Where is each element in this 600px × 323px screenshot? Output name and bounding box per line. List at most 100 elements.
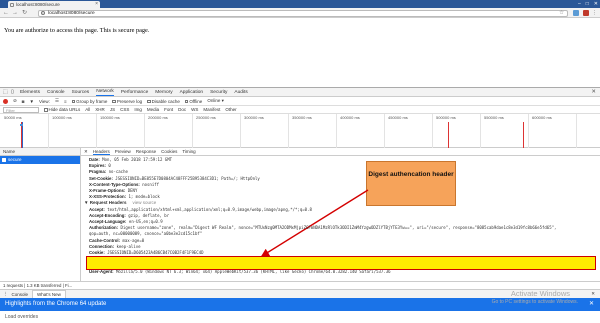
extension-icon[interactable] bbox=[583, 10, 589, 16]
tab-performance[interactable]: Performance bbox=[121, 90, 148, 95]
close-devtools-icon[interactable]: ✕ bbox=[591, 89, 596, 95]
header-key: Set-Cookie: bbox=[89, 175, 113, 181]
minimize-button[interactable]: – bbox=[578, 0, 581, 8]
type-ws[interactable]: WS bbox=[191, 107, 198, 112]
url-input[interactable]: i localhost:8080/secure ☆ bbox=[38, 9, 568, 17]
maximize-button[interactable]: □ bbox=[586, 0, 589, 8]
drawer-menu-icon[interactable]: ⋮ bbox=[3, 291, 8, 297]
header-value: DENY bbox=[127, 188, 138, 194]
tab-sources[interactable]: Sources bbox=[72, 90, 90, 95]
timeline-tick: 300000 ms bbox=[244, 115, 264, 120]
offline-checkbox[interactable]: Offline bbox=[184, 98, 203, 104]
header-key: Expires: bbox=[89, 163, 106, 169]
menu-icon[interactable]: ⋮ bbox=[592, 9, 597, 17]
tab-memory[interactable]: Memory bbox=[155, 90, 172, 95]
close-detail-icon[interactable]: ✕ bbox=[84, 149, 88, 155]
type-js[interactable]: JS bbox=[110, 107, 115, 112]
header-value: 0 bbox=[108, 163, 111, 169]
type-css[interactable]: CSS bbox=[120, 107, 129, 112]
tab-network[interactable]: Network bbox=[96, 89, 114, 96]
tab-response[interactable]: Response bbox=[136, 149, 156, 154]
type-media[interactable]: Media bbox=[147, 107, 159, 112]
devtools-tabs: ⬚ ▯ Elements Console Sources Network Per… bbox=[0, 88, 600, 97]
header-key: Cache-Control: bbox=[89, 237, 121, 243]
preserve-log-label: Preserve log bbox=[116, 98, 143, 104]
grid-line bbox=[288, 114, 289, 148]
tab-close-icon[interactable]: × bbox=[95, 1, 98, 8]
filter-input[interactable]: Filter bbox=[3, 106, 39, 113]
view-source-link[interactable]: view source bbox=[132, 200, 156, 205]
tab-console[interactable]: Console bbox=[47, 90, 65, 95]
header-key: Accept-Encoding: bbox=[89, 212, 126, 218]
tab-application[interactable]: Application bbox=[180, 90, 203, 95]
timeline-marker bbox=[523, 122, 524, 148]
timeline-tick: 250000 ms bbox=[196, 115, 216, 120]
group-by-frame-label: Group by frame bbox=[76, 98, 108, 104]
type-other[interactable]: Other bbox=[225, 107, 236, 112]
type-doc[interactable]: Doc bbox=[178, 107, 186, 112]
request-list: Name secure bbox=[0, 148, 81, 281]
banner-close-icon[interactable]: ✕ bbox=[589, 298, 594, 311]
header-value: JSESSIONID=D605423A4B6CB47C0B2F4F1F9EC4D bbox=[107, 250, 204, 256]
offline-label: Offline bbox=[189, 98, 203, 104]
forward-icon[interactable]: → bbox=[12, 9, 18, 17]
header-key: Connection: bbox=[89, 243, 115, 249]
grid-line bbox=[48, 114, 49, 148]
header-value: max-age=0 bbox=[122, 237, 145, 243]
clear-icon[interactable]: ⊘ bbox=[13, 98, 17, 104]
window-titlebar: localhost:8080/secure × – □ ✕ bbox=[0, 0, 600, 8]
header-value: JSESSIONID=BE855E7D0804AC48FFF25B95384C3… bbox=[115, 175, 260, 181]
header-key: X-Frame-Options: bbox=[89, 188, 126, 194]
type-manifest[interactable]: Manifest bbox=[203, 107, 220, 112]
tab-headers[interactable]: Headers bbox=[92, 149, 110, 155]
tab-audits[interactable]: Audits bbox=[234, 90, 247, 95]
reload-icon[interactable]: ↻ bbox=[22, 9, 27, 17]
request-detail-tabs: ✕ Headers Preview Response Cookies Timin… bbox=[81, 148, 600, 156]
name-column-header[interactable]: Name bbox=[0, 148, 80, 156]
device-toolbar-icon[interactable]: ▯ bbox=[11, 89, 14, 95]
tab-cookies[interactable]: Cookies bbox=[161, 149, 177, 154]
type-all[interactable]: All bbox=[85, 107, 90, 112]
grid-line bbox=[144, 114, 145, 148]
type-xhr[interactable]: XHR bbox=[95, 107, 105, 112]
checkbox-icon bbox=[44, 108, 48, 112]
record-icon[interactable] bbox=[3, 98, 8, 104]
tab-preview[interactable]: Preview bbox=[115, 149, 131, 154]
page-body-text: You are authorize to access this page. T… bbox=[4, 27, 150, 34]
request-row-secure[interactable]: secure bbox=[0, 156, 80, 164]
grid-line bbox=[528, 114, 529, 148]
browser-tab[interactable]: localhost:8080/secure × bbox=[8, 1, 100, 8]
disable-cache-checkbox[interactable]: Disable cache bbox=[147, 99, 180, 104]
drawer-tab-console[interactable]: Console bbox=[12, 292, 29, 297]
throttle-select[interactable]: Online ▾ bbox=[207, 98, 224, 104]
extension-icon[interactable] bbox=[573, 10, 579, 16]
timeline-tick: 500000 ms bbox=[436, 115, 456, 120]
timeline-tick: 100000 ms bbox=[52, 115, 72, 120]
drawer-close-icon[interactable]: ✕ bbox=[591, 291, 595, 297]
tab-title: localhost:8080/secure bbox=[16, 2, 60, 7]
info-icon[interactable]: i bbox=[41, 11, 45, 15]
timeline-tick: 350000 ms bbox=[292, 115, 312, 120]
type-img[interactable]: Img bbox=[134, 107, 142, 112]
address-bar-row: ← → ↻ i localhost:8080/secure ☆ ⋮ bbox=[0, 8, 600, 18]
camera-icon[interactable]: ◙ bbox=[22, 99, 25, 104]
header-value: qop=auth, nc=00000009, cnonce="a0be3e2cd… bbox=[89, 231, 203, 237]
tab-elements[interactable]: Elements bbox=[20, 90, 40, 95]
tab-security[interactable]: Security bbox=[210, 90, 227, 95]
close-window-button[interactable]: ✕ bbox=[594, 0, 598, 8]
filter-icon[interactable]: ▼ bbox=[30, 99, 34, 104]
grid-line bbox=[336, 114, 337, 148]
header-key: X-XSS-Protection: bbox=[89, 194, 127, 200]
preserve-log-checkbox[interactable]: Preserve log bbox=[112, 99, 142, 104]
group-by-frame-checkbox[interactable]: Group by frame bbox=[71, 98, 108, 104]
hide-data-urls-checkbox[interactable]: Hide data URLs bbox=[44, 107, 80, 112]
tab-timing[interactable]: Timing bbox=[182, 149, 195, 154]
bookmark-star-icon[interactable]: ☆ bbox=[559, 10, 564, 16]
grid-line bbox=[432, 114, 433, 148]
network-timeline[interactable]: 50000 ms 100000 ms 150000 ms 200000 ms 2… bbox=[0, 114, 600, 148]
waterfall-view-icon[interactable]: ≡ bbox=[64, 99, 67, 104]
list-view-icon[interactable]: ☰ bbox=[55, 98, 59, 104]
back-icon[interactable]: ← bbox=[3, 9, 9, 17]
inspect-icon[interactable]: ⬚ bbox=[3, 89, 8, 95]
type-font[interactable]: Font bbox=[164, 107, 173, 112]
